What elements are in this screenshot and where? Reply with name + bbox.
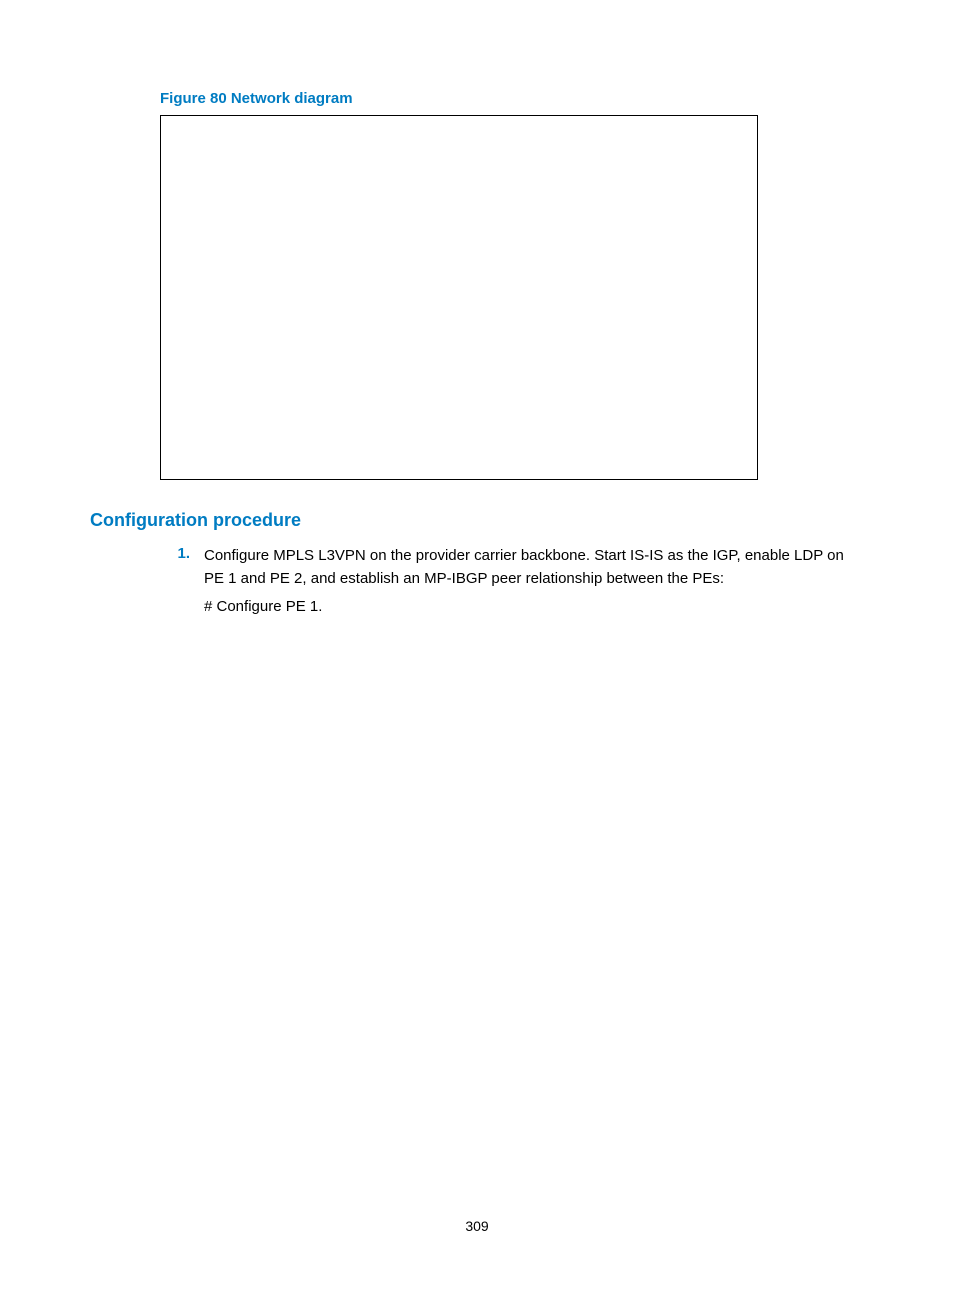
step-body: Configure MPLS L3VPN on the provider car… <box>204 545 864 625</box>
network-diagram-placeholder <box>160 115 758 480</box>
step-line: # Configure PE 1. <box>204 596 864 619</box>
document-page: Figure 80 Network diagram Configuration … <box>0 0 954 1296</box>
step-item: 1. Configure MPLS L3VPN on the provider … <box>160 545 864 625</box>
section-heading-configuration-procedure: Configuration procedure <box>90 510 864 531</box>
step-line: Configure MPLS L3VPN on the provider car… <box>204 545 864 590</box>
page-number: 309 <box>0 1218 954 1234</box>
figure-caption: Figure 80 Network diagram <box>160 90 864 107</box>
step-number: 1. <box>160 545 204 562</box>
